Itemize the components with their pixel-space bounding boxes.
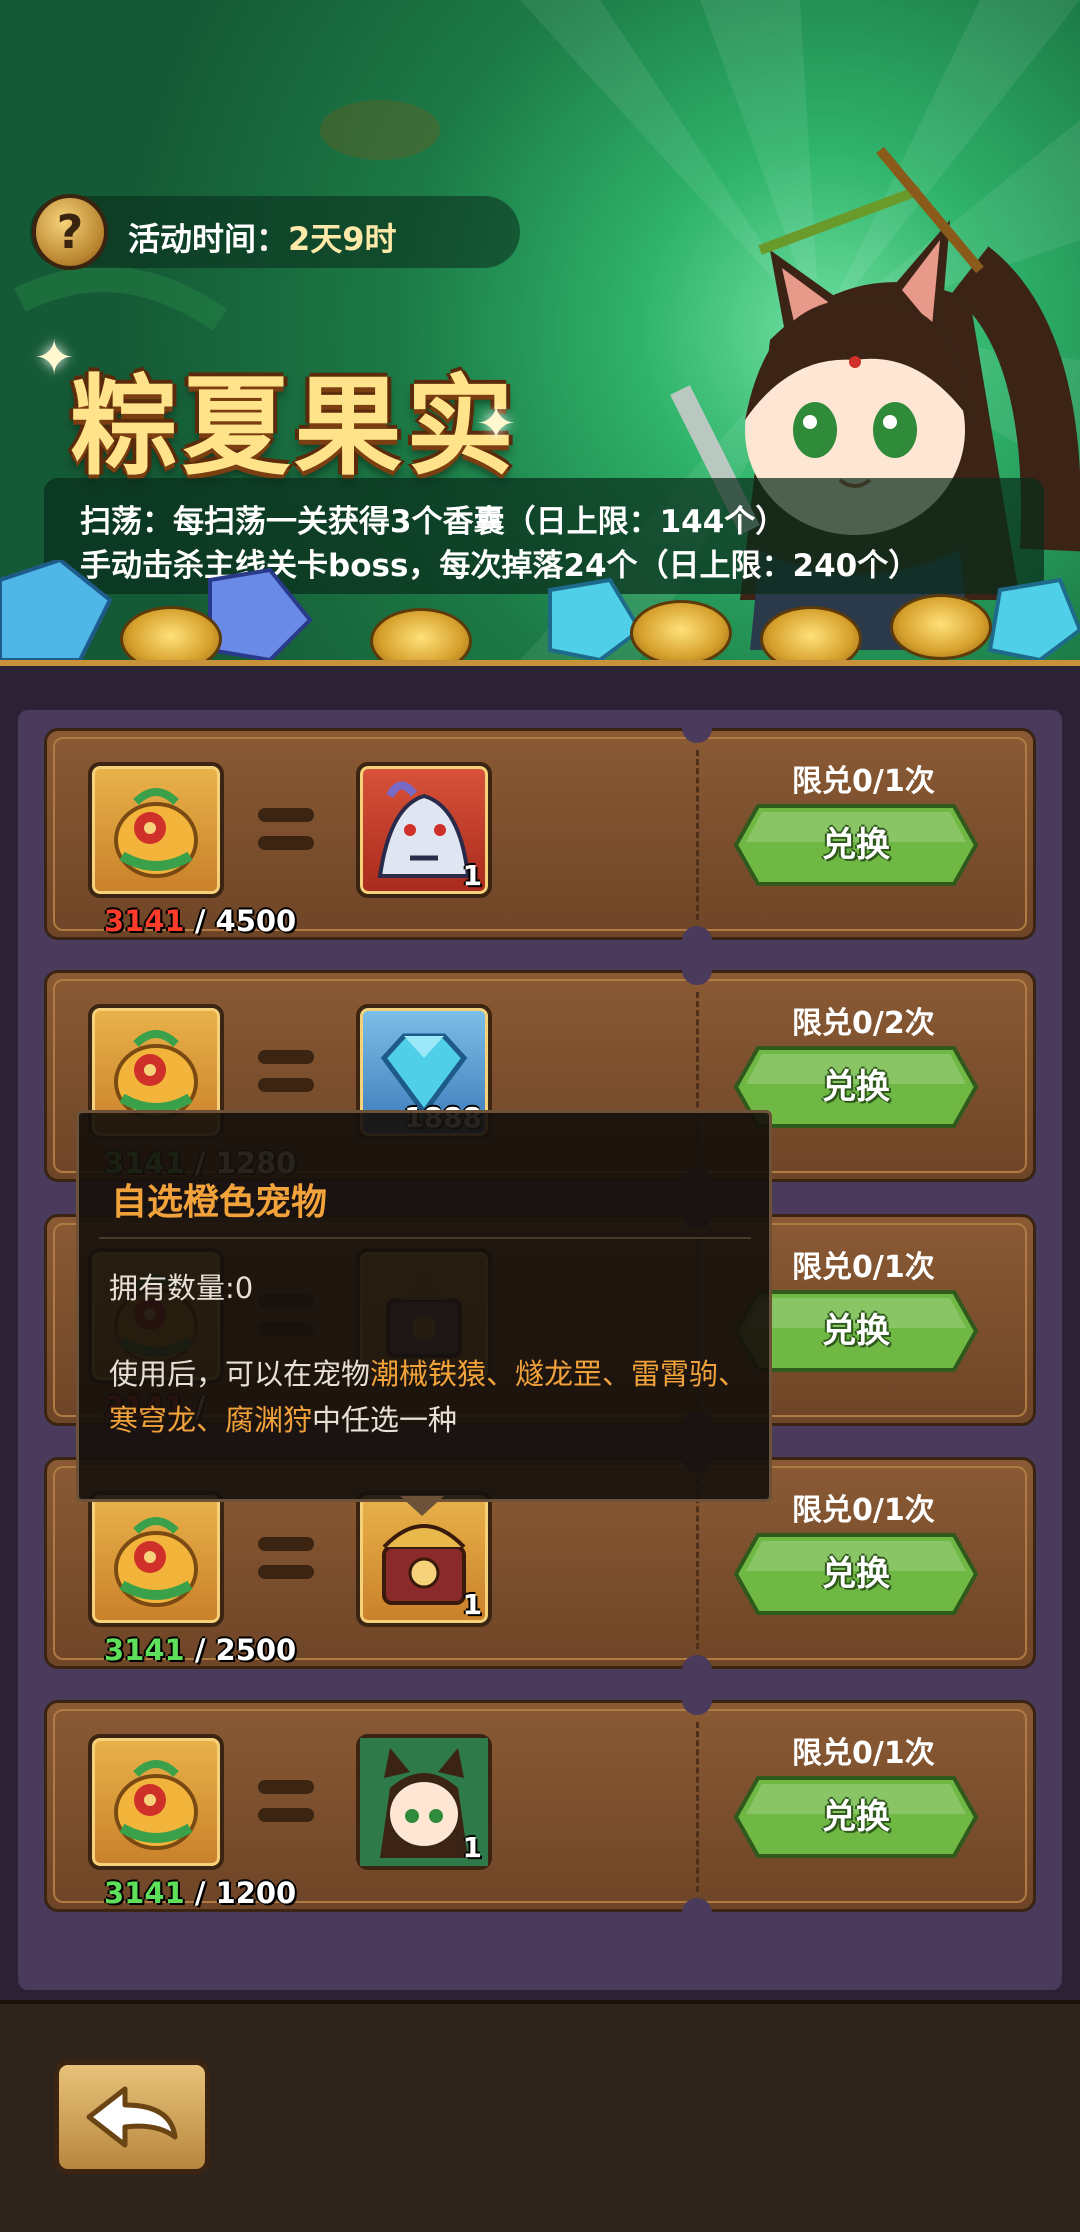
card-notch [682,713,712,743]
card-divider [696,1479,699,1649]
amount-separator: / [184,904,216,938]
item-tooltip: 自选橙色宠物 拥有数量:0 使用后，可以在宠物潮械铁猿、燧龙罡、雷霄驹、寒穹龙、… [76,1110,772,1502]
sachet-icon [114,1760,198,1850]
owned-amount: 3141 [104,904,185,938]
cost-amount: 3141 / 4500 [104,904,296,938]
reward-count: 1 [462,859,482,892]
reward-item-slot[interactable]: 1 [356,762,492,898]
sachet-icon [114,788,198,878]
exchange-button-label: 兑换 [822,1797,890,1837]
back-button[interactable] [54,2060,210,2174]
amount-separator: / [184,1633,216,1667]
exchange-row: 3141 / 1200 1 限兑0/1次 兑换 [44,1685,1036,1928]
cost-item-slot[interactable]: 3141 / 1200 [88,1734,296,1910]
reward-count: 1 [462,1831,482,1864]
exchange-limit: 限兑0/1次 [792,1250,935,1285]
equals-icon [258,1050,314,1106]
tooltip-title: 自选橙色宠物 [111,1182,328,1223]
exchange-button-label: 兑换 [822,1554,890,1594]
equals-icon [258,808,314,864]
sparkle-icon: ✦ [34,330,75,386]
reward-count: 1 [462,1588,482,1621]
card-notch [682,926,712,956]
card-divider [696,1722,699,1892]
card-notch [682,1898,712,1928]
exchange-button-label: 兑换 [822,825,890,865]
tooltip-desc-prefix: 使用后，可以在宠物 [109,1357,371,1391]
cost-item-slot[interactable]: 3141 / 2500 [88,1491,296,1667]
event-time-label: 活动时间： [128,220,289,258]
back-arrow-icon [86,2086,178,2148]
tooltip-owned-count: 拥有数量:0 [109,1271,254,1305]
exchange-button[interactable]: 兑换 [733,802,979,888]
gold-coin-icon [890,594,992,660]
cost-item-slot[interactable]: 3141 / 4500 [88,762,296,938]
card-notch [682,955,712,985]
exchange-limit: 限兑0/1次 [792,764,935,799]
amount-separator: / [184,1876,216,1910]
exchange-row: 3141 / 4500 1 限兑0/1次 兑换 [44,713,1036,956]
card-notch [682,1685,712,1715]
exchange-button[interactable]: 兑换 [733,1774,979,1860]
gold-coin-icon [630,600,732,660]
card-notch [682,1655,712,1685]
required-amount: 2500 [215,1633,297,1667]
tooltip-pointer [400,1496,444,1516]
cost-amount: 3141 / 2500 [104,1633,296,1667]
owned-amount: 3141 [104,1876,185,1910]
owned-amount: 3141 [104,1633,185,1667]
tooltip-divider [99,1237,751,1239]
equals-icon [258,1537,314,1593]
sachet-icon [114,1517,198,1607]
event-banner: ? 活动时间：2天9时 粽夏果实 ✦ ✦ 扫荡：每扫荡一关获得3个香囊（日上限：… [0,0,1080,660]
required-amount: 4500 [215,904,297,938]
tooltip-desc-suffix: 中任选一种 [312,1403,458,1437]
event-time: 活动时间：2天9时 [128,214,397,260]
required-amount: 1200 [215,1876,297,1910]
cost-amount: 3141 / 1200 [104,1876,296,1910]
equals-icon [258,1780,314,1836]
event-time-value: 2天9时 [288,220,397,258]
exchange-button[interactable]: 兑换 [733,1531,979,1617]
help-icon[interactable]: ? [32,194,108,270]
card-divider [696,750,699,920]
exchange-limit: 限兑0/1次 [792,1736,935,1771]
sparkle-icon: ✦ [476,396,517,452]
rule-line-sweep: 扫荡：每扫荡一关获得3个香囊（日上限：144个） [80,504,787,540]
event-title: 粽夏果实 [70,365,519,490]
exchange-limit: 限兑0/1次 [792,1493,935,1528]
tooltip-description: 使用后，可以在宠物潮械铁猿、燧龙罡、雷霄驹、寒穹龙、腐渊狩中任选一种 [109,1351,749,1443]
exchange-limit: 限兑0/2次 [792,1006,935,1041]
reward-item-slot[interactable]: 1 [356,1734,492,1870]
